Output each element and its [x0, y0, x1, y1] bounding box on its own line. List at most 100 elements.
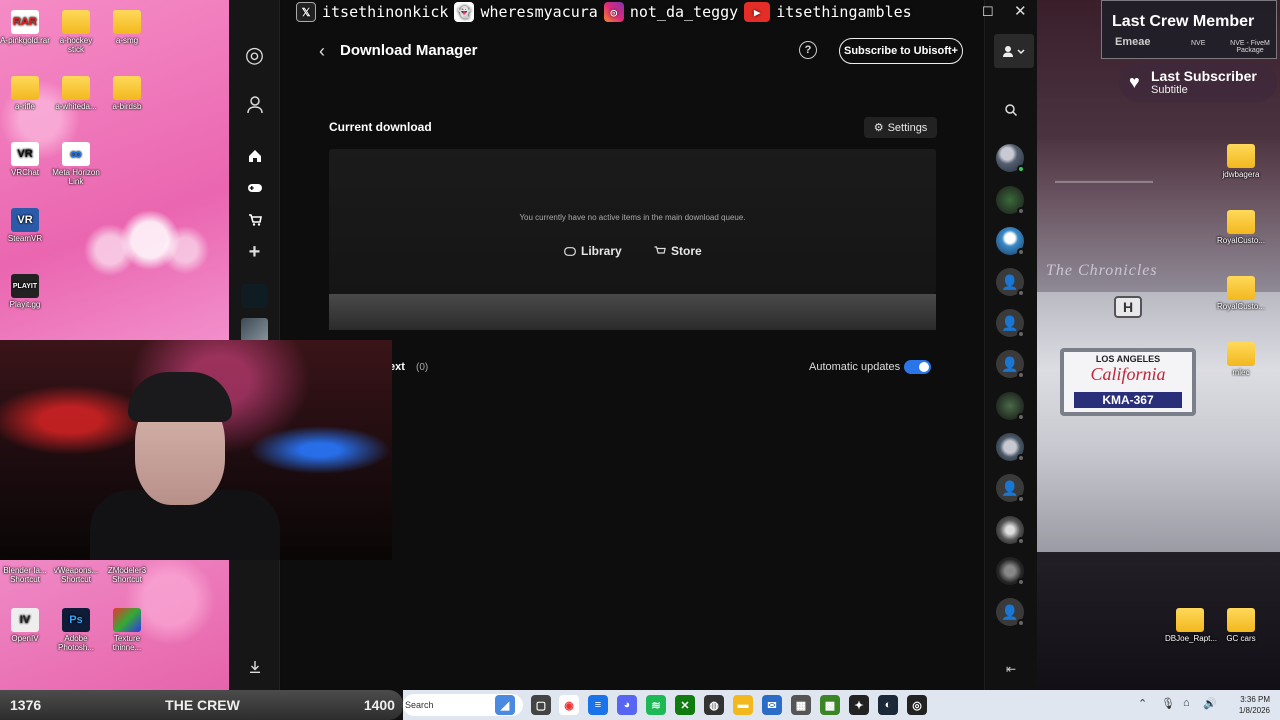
folder-icon	[1227, 342, 1255, 366]
steam-icon[interactable]: ◐	[878, 695, 898, 715]
add-game-icon[interactable]: +	[229, 237, 280, 267]
settings-button[interactable]: ⚙ Settings	[864, 117, 937, 138]
friend-avatar[interactable]	[996, 557, 1025, 586]
obs-icon[interactable]: ◍	[704, 695, 724, 715]
friends-menu-button[interactable]	[994, 34, 1034, 68]
search-icon[interactable]	[1000, 100, 1022, 120]
help-icon[interactable]: ?	[799, 41, 817, 59]
heart-icon: ♥	[1129, 72, 1140, 92]
photoshop-icon: Ps	[62, 608, 90, 632]
desktop-icon[interactable]: Ps Adobe Photosh...	[51, 608, 101, 652]
microphone-icon[interactable]: 🎙	[1161, 697, 1175, 710]
ubisoft-taskbar-icon[interactable]: ◎	[907, 695, 927, 715]
desktop-icon[interactable]: VR VRChat	[0, 142, 50, 177]
desktop-icon[interactable]: ZModeler3 Shortcut	[102, 566, 152, 584]
back-chevron-icon[interactable]: ‹	[311, 40, 333, 62]
desktop-icon[interactable]: mlec	[1216, 342, 1266, 377]
friend-avatar-placeholder[interactable]: 👤	[996, 268, 1025, 297]
friend-avatar[interactable]	[996, 516, 1025, 545]
store-app-icon[interactable]: ▦	[791, 695, 811, 715]
friend-avatar-placeholder[interactable]: 👤	[996, 598, 1025, 627]
desktop-icon[interactable]: a-hockey stick	[51, 10, 101, 54]
library-link[interactable]: Library	[564, 244, 622, 258]
folder-icon	[1227, 608, 1255, 632]
vrchat-icon: VR	[11, 142, 39, 166]
friend-avatar-placeholder[interactable]: 👤	[996, 309, 1025, 338]
folder-icon	[1227, 210, 1255, 234]
friend-avatar[interactable]	[996, 227, 1025, 256]
desktop-icon[interactable]: jdwbagera	[1216, 144, 1266, 179]
notepad-icon[interactable]: ≡	[588, 695, 608, 715]
search-highlight-icon[interactable]: ◢	[495, 695, 515, 715]
desktop-icon[interactable]: PLAYIT Playit.gg	[0, 274, 50, 309]
store-cart-icon[interactable]	[229, 205, 280, 235]
tray-overflow-icon[interactable]: ⌃	[1138, 697, 1147, 710]
discord-icon[interactable]: ◕	[617, 695, 637, 715]
home-icon[interactable]	[229, 141, 280, 171]
chrome-icon[interactable]: ◉	[559, 695, 579, 715]
desktop-icon[interactable]: RoyalCusto...	[1216, 210, 1266, 245]
steamvr-icon: VR	[11, 208, 39, 232]
folder-icon	[62, 76, 90, 100]
honda-logo: H	[1114, 296, 1142, 318]
crew-goal-current: 1376	[10, 697, 42, 713]
settings-label: Settings	[887, 121, 928, 134]
desktop-icon[interactable]: a-whiteda...	[51, 76, 101, 111]
friend-avatar-placeholder[interactable]: 👤	[996, 474, 1025, 503]
maximize-icon[interactable]: ☐	[982, 4, 994, 20]
automatic-updates-toggle[interactable]	[904, 360, 931, 374]
desktop-icon[interactable]: DBJoe_Rapt...	[1165, 608, 1217, 643]
games-icon[interactable]	[229, 173, 280, 203]
file-explorer-icon[interactable]: ▬	[733, 695, 753, 715]
subscribe-button[interactable]: Subscribe to Ubisoft+	[839, 38, 963, 64]
desktop-icon[interactable]: RAR A-pinkgold.rar	[0, 10, 50, 45]
car-bumper	[1037, 292, 1280, 552]
friend-avatar[interactable]	[996, 144, 1025, 173]
last-subscriber-overlay: ♥ Last Subscriber Subtitle	[1119, 63, 1277, 102]
profile-icon[interactable]	[229, 90, 280, 120]
friend-avatar[interactable]	[996, 186, 1025, 215]
friend-avatar-placeholder[interactable]: 👤	[996, 350, 1025, 379]
recent-game-thumbnail[interactable]	[241, 284, 268, 308]
volume-icon[interactable]: 🔊	[1203, 697, 1217, 710]
ubisoft-logo-icon[interactable]: ◎	[229, 40, 280, 70]
folder-icon	[113, 10, 141, 34]
xbox-icon[interactable]: ✕	[675, 695, 695, 715]
task-view-icon[interactable]: ▢	[531, 695, 551, 715]
desktop-icon[interactable]: vWeapons... Shortcut	[51, 566, 101, 584]
spotify-icon[interactable]: ≋	[646, 695, 666, 715]
collapse-sidebar-icon[interactable]: ⇤	[1000, 660, 1022, 678]
desktop-icon[interactable]: GC cars	[1216, 608, 1266, 643]
social-handle: itsethinonkick	[322, 3, 449, 21]
desktop-icon[interactable]: a-birdsb	[102, 76, 152, 111]
desktop-icon-label: NVE - FiveM Package	[1230, 40, 1270, 54]
clock-date: 1/8/2026	[1238, 706, 1270, 715]
mail-icon[interactable]: ✉	[762, 695, 782, 715]
x-icon: 𝕏	[296, 2, 316, 22]
network-icon[interactable]: ⌂	[1183, 697, 1190, 709]
taskbar-clock[interactable]: 3:36 PM 1/8/2026	[1239, 694, 1270, 716]
desktop-icon[interactable]: Blender Ia... Shortcut	[0, 566, 50, 584]
cart-icon	[654, 245, 666, 254]
desktop-icon[interactable]: ∞ Meta Horizon Link	[51, 142, 101, 186]
close-icon[interactable]: ✕	[1014, 2, 1027, 20]
clock-time: 3:36 PM	[1240, 695, 1270, 704]
store-link[interactable]: Store	[654, 244, 702, 258]
desktop-icon[interactable]: Texture thinne...	[102, 608, 152, 652]
empty-queue-message: You currently have no active items in th…	[519, 213, 746, 222]
minecraft-icon[interactable]: ▩	[820, 695, 840, 715]
recent-game-thumbnail[interactable]	[241, 318, 268, 342]
status-dot	[1017, 619, 1025, 627]
status-dot	[1017, 454, 1025, 462]
desktop-icon[interactable]: IV OpenIV	[0, 608, 50, 643]
rockstar-icon[interactable]: ✦	[849, 695, 869, 715]
desktop-icon[interactable]: VR SteamVR	[0, 208, 50, 243]
desktop-icon[interactable]: RoyalCusto...	[1216, 276, 1266, 311]
downloads-icon[interactable]	[244, 657, 266, 677]
desktop-icon[interactable]: a-smg	[102, 10, 152, 45]
desktop-icon[interactable]: a-rifle	[0, 76, 50, 111]
gear-icon: ⚙	[873, 122, 884, 134]
friend-avatar[interactable]	[996, 392, 1025, 421]
snapchat-icon: 👻	[454, 2, 475, 22]
friend-avatar[interactable]	[996, 433, 1025, 462]
